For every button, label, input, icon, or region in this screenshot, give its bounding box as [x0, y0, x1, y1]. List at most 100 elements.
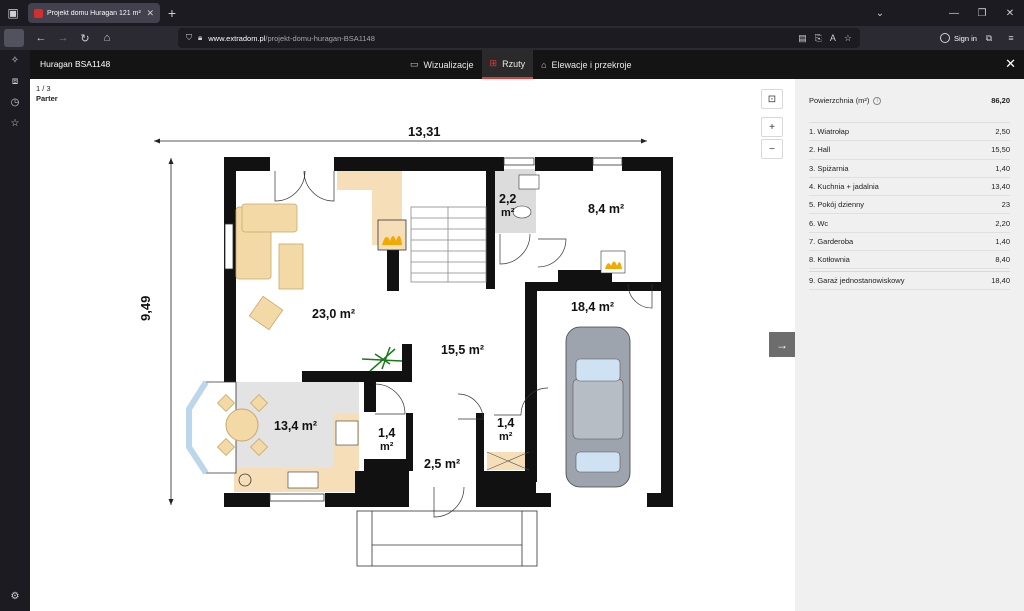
gallery-header: Huragan BSA1148 ▭ Wizualizacje ⊞ Rzuty ⌂…	[30, 50, 1024, 79]
room-area: 1,40	[995, 163, 1010, 173]
url-bar[interactable]: ⛉ 🔒︎ www.extradom.pl/projekt-domu-huraga…	[178, 28, 860, 48]
room-name: 4. Kuchnia + jadalnia	[809, 182, 879, 192]
browser-sidebar: ✧ ⧈ ◷ ☆ ⚙	[0, 50, 30, 611]
counter-l	[337, 170, 402, 190]
wc-unit: m²	[500, 207, 515, 219]
window-controls: ⌄ — ❐ ✕	[866, 0, 1024, 26]
room-row: 9. Garaż jednostanowiskowy 18,40	[809, 271, 1010, 290]
room-row: 4. Kuchnia + jadalnia 13,40	[809, 178, 1010, 197]
room-area: 8,40	[995, 255, 1010, 265]
restore-icon[interactable]: ❐	[968, 0, 996, 26]
monitor-icon: ▭	[410, 59, 419, 69]
lock-icon: 🔒︎	[198, 33, 203, 42]
room-label-hall: 15,5 m²	[441, 343, 485, 357]
rooms-area-panel: Powierzchnia (m²) i 86,20 1. Wiatrołap 2,…	[795, 79, 1024, 611]
wardrobe-area: 1,4	[497, 416, 515, 430]
history-icon[interactable]: ◷	[0, 92, 30, 113]
floor-plan-drawing	[154, 138, 673, 567]
tab-elewacje[interactable]: ⌂ Elewacje i przekroje	[533, 50, 639, 79]
room-name: 5. Pokój dzienny	[809, 200, 865, 210]
room-row: 5. Pokój dzienny 23	[809, 196, 1010, 215]
browser-tab[interactable]: Projekt domu Huragan 121 m² ✕	[28, 3, 160, 23]
room-area: 18,40	[991, 276, 1010, 286]
synced-tabs-icon[interactable]: ⧈	[0, 71, 30, 92]
home-icon[interactable]: ⌂	[96, 27, 118, 49]
sign-in-label: Sign in	[954, 33, 977, 43]
room-label-wardrobe: 1,4 m²	[497, 416, 514, 444]
room-area: 2,50	[995, 127, 1010, 137]
toolbar-right: ⧉ ≡	[980, 28, 1020, 48]
room-area: 15,50	[991, 145, 1010, 155]
tab-label: Elewacje i przekroje	[551, 59, 632, 70]
area-header-label: Powierzchnia (m²)	[809, 96, 870, 105]
tab-list-icon[interactable]: ▣	[0, 0, 26, 26]
dimension-width: 13,31	[408, 124, 441, 139]
ai-chat-icon[interactable]: ✧	[0, 50, 30, 71]
room-label-pantry: 1,4 m²	[378, 426, 395, 454]
house-icon: ⌂	[541, 59, 547, 70]
url-domain: www.extradom.pl	[208, 33, 266, 43]
url-path: /projekt-domu-huragan-BSA1148	[265, 33, 375, 43]
room-row: 8. Kotłownia 8,40	[809, 251, 1010, 270]
sidebar-active-icon[interactable]	[4, 29, 24, 47]
close-window-icon[interactable]: ✕	[996, 0, 1024, 26]
web-page: Huragan BSA1148 ▭ Wizualizacje ⊞ Rzuty ⌂…	[30, 50, 1024, 611]
reader-view-icon[interactable]: ▤	[798, 33, 807, 44]
room-row: 7. Garderoba 1,40	[809, 233, 1010, 252]
tab-label: Wizualizacje	[423, 59, 474, 70]
translate-icon[interactable]: A	[830, 33, 836, 44]
room-area: 13,40	[991, 182, 1010, 192]
tab-label: Rzuty	[502, 58, 526, 69]
new-tab-button[interactable]: +	[164, 4, 180, 22]
room-row: 2. Hall 15,50	[809, 141, 1010, 160]
room-name: 1. Wiatrołap	[809, 127, 850, 137]
room-area: 1,40	[995, 236, 1010, 246]
room-label-wc: 2,2 m²	[499, 192, 516, 220]
model-name: Huragan BSA1148	[40, 59, 111, 69]
shield-icon: ⛉	[186, 33, 192, 42]
minimize-icon[interactable]: —	[940, 0, 968, 26]
room-name: 8. Kotłownia	[809, 255, 850, 265]
tab-rzuty[interactable]: ⊞ Rzuty	[481, 50, 534, 79]
account-icon	[940, 33, 950, 43]
floor-plan-viewer[interactable]: 1 / 3 Parter ⊡ + − → 13,31 9,49 23,0 m² …	[30, 79, 795, 611]
room-row: 1. Wiatrołap 2,50	[809, 123, 1010, 142]
bookmark-star-icon[interactable]: ☆	[844, 33, 852, 44]
room-name: 3. Spiżarnia	[809, 163, 849, 173]
floorplan-icon: ⊞	[489, 58, 498, 68]
room-label-vestibule: 2,5 m²	[424, 457, 461, 471]
reload-icon[interactable]: ↻	[74, 27, 96, 49]
area-header: Powierzchnia (m²) i 86,20	[809, 79, 1010, 123]
room-name: 6. Wc	[809, 218, 829, 228]
back-icon[interactable]: ←	[30, 27, 52, 49]
info-icon[interactable]: i	[873, 96, 882, 105]
wardrobe-unit: m²	[498, 431, 513, 443]
car	[565, 326, 631, 488]
wc-area: 2,2	[499, 192, 517, 206]
chevron-down-icon[interactable]: ⌄	[866, 0, 894, 26]
room-area: 2,20	[995, 218, 1010, 228]
room-name: 7. Garderoba	[809, 236, 854, 246]
bookmarks-icon[interactable]: ☆	[0, 113, 30, 134]
room-name: 2. Hall	[809, 145, 831, 155]
screenshot-icon[interactable]: ⎘	[815, 33, 822, 44]
view-tabs: ▭ Wizualizacje ⊞ Rzuty ⌂ Elewacje i prze…	[402, 50, 640, 79]
room-label-kitchen: 13,4 m²	[274, 419, 318, 433]
extensions-icon[interactable]: ⧉	[980, 28, 998, 48]
stairs	[410, 206, 487, 283]
dining-table	[225, 408, 259, 442]
room-row: 6. Wc 2,20	[809, 214, 1010, 233]
room-label-boiler: 8,4 m²	[588, 202, 625, 216]
close-tab-icon[interactable]: ✕	[146, 8, 154, 19]
menu-icon[interactable]: ≡	[1002, 28, 1020, 48]
pantry-area: 1,4	[378, 426, 396, 440]
tab-wizualizacje[interactable]: ▭ Wizualizacje	[402, 50, 482, 79]
tab-title: Projekt domu Huragan 121 m²	[47, 9, 141, 17]
room-name: 9. Garaż jednostanowiskowy	[809, 276, 905, 286]
sign-in-button[interactable]: Sign in	[934, 29, 983, 47]
settings-gear-icon[interactable]: ⚙	[0, 586, 30, 607]
area-total: 86,20	[991, 96, 1010, 105]
close-gallery-icon[interactable]: ✕	[1005, 56, 1016, 72]
forward-icon[interactable]: →	[52, 27, 74, 49]
room-label-garage: 18,4 m²	[571, 300, 615, 314]
